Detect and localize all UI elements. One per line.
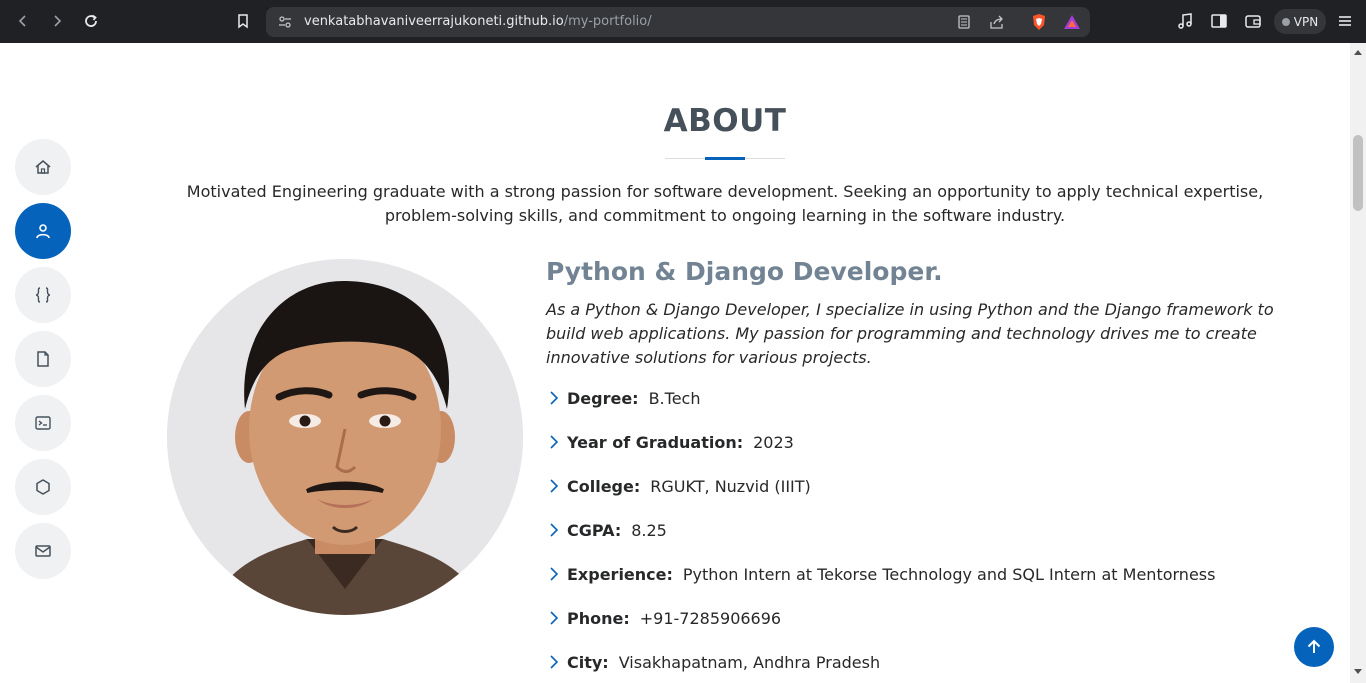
fact-graduation-year: Year of Graduation: 2023 [546,430,794,454]
envelope-icon [35,545,51,557]
scrollbar-thumb[interactable] [1353,135,1363,211]
fact-value: Visakhapatnam, Andhra Pradesh [618,652,881,672]
chevron-right-icon [550,611,559,625]
fact-city: City: Visakhapatnam, Andhra Pradesh [546,650,880,674]
fact-degree: Degree: B.Tech [546,386,700,410]
file-icon [37,351,49,367]
fact-label: Year of Graduation: [567,432,744,452]
vpn-label: VPN [1293,14,1319,29]
vpn-status-icon [1281,17,1290,26]
brave-shield-icon[interactable] [1030,13,1048,31]
forward-icon[interactable] [44,8,70,34]
circle-icon [36,479,50,495]
terminal-icon [35,416,51,430]
reader-icon[interactable] [956,14,972,30]
bookmark-icon[interactable] [230,8,256,34]
browser-toolbar: venkatabhavaniveerrajukoneti.github.io/m… [0,0,1366,43]
fact-value: B.Tech [648,388,701,408]
home-icon [35,160,51,174]
nav-contact-button[interactable] [15,523,71,579]
fact-value: RGUKT, Nuzvid (IIIT) [650,476,811,496]
section-title: ABOUT [663,103,787,139]
wallet-icon[interactable] [1244,12,1262,30]
nav-services-button[interactable] [15,459,71,515]
nav-projects-button[interactable] [15,395,71,451]
scroll-down-arrow-icon[interactable] [1354,669,1362,674]
about-intro: Motivated Engineering graduate with a st… [186,182,1264,225]
url-host: venkatabhavaniveerrajukoneti.github.io [304,14,564,29]
menu-icon[interactable] [1336,12,1354,30]
brave-rewards-icon[interactable] [1063,13,1081,31]
fact-value: Python Intern at Tekorse Technology and … [682,564,1216,584]
tune-icon[interactable] [277,14,293,30]
fact-value: 2023 [753,432,794,452]
person-icon [36,224,50,239]
fact-college: College: RGUKT, Nuzvid (IIIT) [546,474,811,498]
fact-value: +91-7285906696 [639,608,782,628]
braces-icon [35,287,51,303]
address-bar[interactable]: venkatabhavaniveerrajukoneti.github.io/m… [266,7,1090,37]
fact-label: Experience: [567,564,673,584]
fact-phone: Phone: +91-7285906696 [546,606,781,630]
url-text[interactable]: venkatabhavaniveerrajukoneti.github.io/m… [304,14,652,29]
page-scrollbar[interactable] [1350,43,1366,683]
chevron-right-icon [550,655,559,669]
reload-icon[interactable] [78,8,104,34]
role-description: As a Python & Django Developer, I specia… [546,300,1274,367]
fact-label: Phone: [567,608,630,628]
sidebar-icon[interactable] [1210,12,1228,30]
chevron-right-icon [550,391,559,405]
nav-resume-button[interactable] [15,331,71,387]
back-icon[interactable] [10,8,36,34]
fact-cgpa: CGPA: 8.25 [546,518,667,542]
chevron-right-icon [550,435,559,449]
back-to-top-button[interactable] [1294,627,1334,667]
chevron-right-icon [550,479,559,493]
media-icon[interactable] [1176,12,1194,30]
nav-about-button[interactable] [15,203,71,259]
fact-label: College: [567,476,641,496]
url-path: /my-portfolio/ [563,14,652,29]
role-title: Python & Django Developer. [546,257,943,286]
fact-label: CGPA: [567,520,622,540]
fact-label: City: [567,652,609,672]
fact-experience: Experience: Python Intern at Tekorse Tec… [546,562,1215,586]
fact-value: 8.25 [631,520,667,540]
page-viewport: ABOUT Motivated Engineering graduate wit… [0,43,1350,683]
title-divider-accent [705,157,745,160]
fact-label: Degree: [567,388,639,408]
scroll-up-arrow-icon[interactable] [1354,50,1362,55]
chevron-right-icon [550,567,559,581]
vpn-button[interactable]: VPN [1274,9,1326,34]
arrow-up-icon [1307,639,1321,653]
profile-photo [167,259,523,615]
nav-home-button[interactable] [15,139,71,195]
nav-skills-button[interactable] [15,267,71,323]
share-icon[interactable] [989,14,1005,30]
chevron-right-icon [550,523,559,537]
